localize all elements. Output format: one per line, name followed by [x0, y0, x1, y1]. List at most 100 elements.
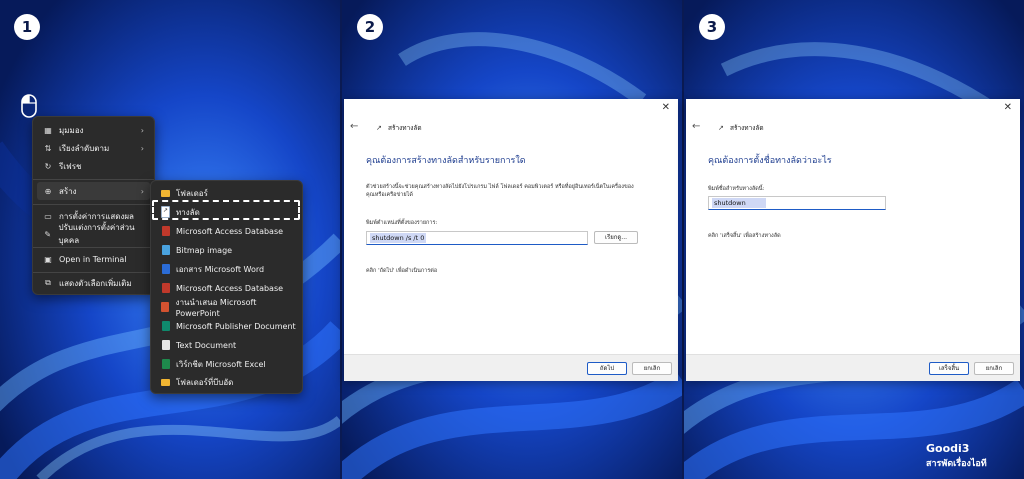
- dialog-hint: คลิก 'เสร็จสิ้น' เพื่อสร้างทางลัด: [708, 233, 781, 239]
- window-title: ↗ สร้างทางลัด: [718, 123, 764, 133]
- submenu-item-label: Microsoft Access Database: [176, 226, 284, 236]
- chevron-right-icon: ›: [140, 125, 144, 135]
- access-icon: [161, 226, 170, 236]
- submenu-item-label: เอกสาร Microsoft Word: [176, 264, 265, 274]
- finish-button[interactable]: เสร็จสิ้น: [929, 362, 969, 375]
- location-input[interactable]: shutdown /s /t 0: [366, 231, 588, 245]
- menu-item-refresh[interactable]: ↻ รีเฟรช: [37, 157, 150, 175]
- submenu-item-label: โฟลเดอร์: [176, 188, 208, 198]
- next-button[interactable]: ถัดไป: [587, 362, 627, 375]
- submenu-item-zip-folder[interactable]: โฟลเดอร์ที่บีบอัด: [155, 373, 298, 391]
- window-title: ↗ สร้างทางลัด: [376, 123, 422, 133]
- dialog-heading: คุณต้องการตั้งชื่อทางลัดว่าอะไร: [708, 156, 832, 166]
- submenu-item-label: Microsoft Access Database: [176, 283, 284, 293]
- submenu-item-word[interactable]: เอกสาร Microsoft Word: [155, 260, 298, 278]
- submenu-item-powerpoint[interactable]: งานนำเสนอ Microsoft PowerPoint: [155, 298, 298, 318]
- submenu-item-publisher[interactable]: Microsoft Publisher Document: [155, 317, 298, 335]
- submenu-item-label: Bitmap image: [176, 245, 233, 255]
- context-menu: ▦ มุมมอง › ⇅ เรียงลำดับตาม › ↻ รีเฟรช ⊕ …: [32, 116, 155, 295]
- window-title-text: สร้างทางลัด: [388, 124, 422, 132]
- mouse-icon: [21, 94, 37, 118]
- terminal-icon: ▣: [44, 254, 52, 264]
- menu-divider: [33, 179, 154, 180]
- shortcut-icon: ↗: [718, 124, 724, 132]
- submenu-item-bitmap[interactable]: Bitmap image: [155, 241, 298, 259]
- more-options-icon: ⧉: [45, 278, 51, 287]
- submenu-item-access-db-2[interactable]: Microsoft Access Database: [155, 279, 298, 297]
- dialog-heading: คุณต้องการสร้างทางลัดสำหรับรายการใด: [366, 156, 526, 166]
- submenu-item-excel[interactable]: เวิร์กชีต Microsoft Excel: [155, 355, 298, 373]
- menu-item-label: แสดงตัวเลือกเพิ่มเติม: [59, 278, 132, 288]
- powerpoint-icon: [161, 302, 170, 312]
- menu-item-more-options[interactable]: ⧉ แสดงตัวเลือกเพิ่มเติม: [37, 274, 150, 292]
- menu-divider: [33, 204, 154, 205]
- grid-icon: ▦: [44, 125, 52, 135]
- bitmap-icon: [161, 245, 170, 255]
- pencil-icon: ✎: [44, 229, 52, 239]
- dialog-footer: [344, 354, 678, 381]
- text-doc-icon: [161, 340, 170, 350]
- excel-icon: [161, 359, 170, 369]
- zip-folder-icon: [161, 377, 170, 387]
- sort-icon: ⇅: [44, 143, 52, 153]
- new-icon: ⊕: [44, 186, 52, 196]
- menu-item-label: สร้าง: [59, 186, 77, 196]
- field-label: พิมพ์ตำแหน่งที่ตั้งของรายการ:: [366, 220, 438, 226]
- dialog-hint: คลิก 'ถัดไป' เพื่อดำเนินการต่อ: [366, 268, 438, 274]
- menu-item-label: Open in Terminal: [59, 254, 127, 264]
- menu-divider: [33, 247, 154, 248]
- description-line-1: ตัวช่วยสร้างนี้จะช่วยคุณสร้างทางลัดไปยัง…: [366, 184, 634, 190]
- submenu-item-label: งานนำเสนอ Microsoft PowerPoint: [175, 298, 257, 318]
- submenu-item-access-db[interactable]: Microsoft Access Database: [155, 222, 298, 240]
- shortcut-name-input[interactable]: shutdown: [708, 196, 886, 210]
- create-shortcut-dialog-location: ✕ ← ↗ สร้างทางลัด คุณต้องการสร้างทางลัดส…: [344, 99, 678, 381]
- brand-name: Goodi3: [926, 442, 970, 455]
- window-title-text: สร้างทางลัด: [730, 124, 764, 132]
- shortcut-highlight-box: [152, 200, 300, 220]
- back-arrow-icon[interactable]: ←: [350, 121, 358, 132]
- cancel-button[interactable]: ยกเลิก: [974, 362, 1014, 375]
- menu-item-sort[interactable]: ⇅ เรียงลำดับตาม ›: [37, 139, 150, 157]
- submenu-item-text-doc[interactable]: Text Document: [155, 336, 298, 354]
- chevron-right-icon: ›: [140, 186, 144, 196]
- menu-item-view[interactable]: ▦ มุมมอง ›: [37, 121, 150, 139]
- menu-item-label: มุมมอง: [59, 125, 84, 135]
- menu-divider: [33, 272, 154, 273]
- dialog-description: ตัวช่วยสร้างนี้จะช่วยคุณสร้างทางลัดไปยัง…: [366, 183, 666, 199]
- close-icon[interactable]: ✕: [662, 102, 670, 113]
- step-number-3: 3: [699, 14, 725, 40]
- access-icon: [161, 283, 170, 293]
- menu-item-label: เรียงลำดับตาม: [59, 143, 110, 153]
- publisher-icon: [161, 321, 170, 331]
- location-input-value: shutdown /s /t 0: [370, 233, 427, 243]
- menu-item-personalize[interactable]: ✎ ปรับแต่งการตั้งค่าส่วนบุคคล: [37, 223, 150, 245]
- submenu-item-label: Microsoft Publisher Document: [176, 321, 296, 331]
- cancel-button[interactable]: ยกเลิก: [632, 362, 672, 375]
- chevron-right-icon: ›: [140, 143, 144, 153]
- panel-step-1: ▦ มุมมอง › ⇅ เรียงลำดับตาม › ↻ รีเฟรช ⊕ …: [0, 0, 340, 479]
- menu-item-new[interactable]: ⊕ สร้าง ›: [37, 182, 150, 200]
- browse-button[interactable]: เรียกดู...: [594, 231, 638, 244]
- description-line-2: คุณหรือเครือข่ายได้: [366, 192, 413, 198]
- refresh-icon: ↻: [44, 161, 52, 171]
- display-icon: ▭: [44, 211, 52, 221]
- close-icon[interactable]: ✕: [1004, 102, 1012, 113]
- menu-item-label: รีเฟรช: [59, 161, 82, 171]
- brand-watermark: Goodi3 สารพัดเรื่องไอที: [926, 442, 987, 470]
- back-arrow-icon[interactable]: ←: [692, 121, 700, 132]
- submenu-item-label: โฟลเดอร์ที่บีบอัด: [176, 377, 234, 387]
- menu-item-open-terminal[interactable]: ▣ Open in Terminal: [37, 250, 150, 268]
- field-label: พิมพ์ชื่อสำหรับทางลัดนี้:: [708, 186, 765, 192]
- folder-icon: [161, 188, 170, 198]
- word-icon: [161, 264, 170, 274]
- shortcut-icon: ↗: [376, 124, 382, 132]
- brand-tagline: สารพัดเรื่องไอที: [926, 459, 987, 469]
- dialog-footer: [686, 354, 1020, 381]
- submenu-item-label: เวิร์กชีต Microsoft Excel: [176, 359, 266, 369]
- step-number-1: 1: [14, 14, 40, 40]
- step-number-2: 2: [357, 14, 383, 40]
- submenu-item-label: Text Document: [176, 340, 237, 350]
- create-shortcut-dialog-name: ✕ ← ↗ สร้างทางลัด คุณต้องการตั้งชื่อทางล…: [686, 99, 1020, 381]
- shortcut-name-input-value: shutdown: [712, 198, 766, 208]
- menu-item-label: ปรับแต่งการตั้งค่าส่วนบุคคล: [58, 223, 135, 245]
